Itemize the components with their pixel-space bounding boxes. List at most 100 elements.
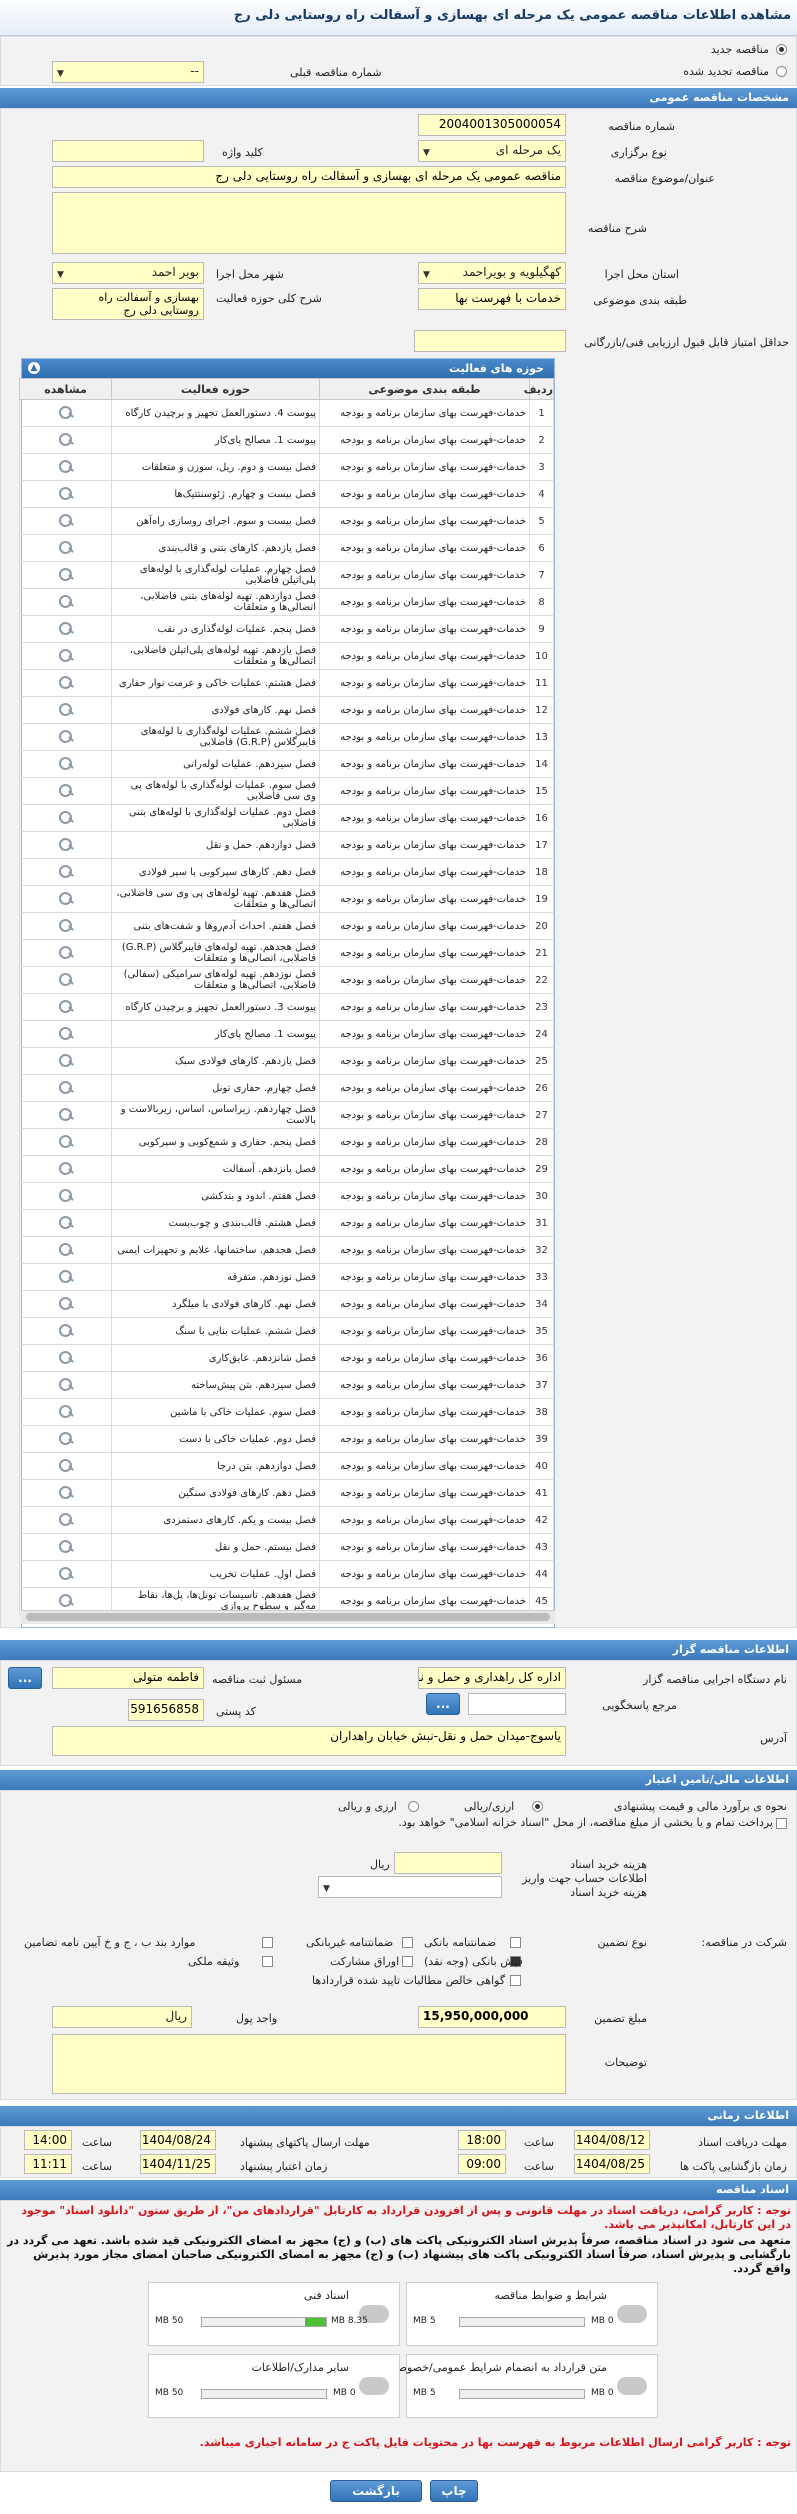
row-view[interactable] [19,723,112,751]
row-view[interactable] [19,885,112,913]
row-view[interactable] [19,1560,112,1588]
print-button[interactable]: چاپ [430,2480,478,2502]
row-view[interactable] [19,993,112,1021]
row-view[interactable] [19,696,112,724]
row-view[interactable] [19,1209,112,1237]
guar-bank-checkbox[interactable] [510,1937,521,1948]
collapse-icon[interactable]: ▲ [28,362,40,374]
row-view[interactable] [19,561,112,589]
guar-claims-checkbox[interactable] [510,1975,521,1986]
magnifier-icon[interactable] [57,405,75,419]
row-view[interactable] [19,480,112,508]
magnifier-icon[interactable] [57,783,75,797]
magnifier-icon[interactable] [57,1323,75,1337]
row-view[interactable] [19,1506,112,1534]
row-view[interactable] [19,1101,112,1129]
magnifier-icon[interactable] [57,1431,75,1445]
magnifier-icon[interactable] [57,1485,75,1499]
horizontal-scrollbar[interactable] [21,1610,555,1624]
magnifier-icon[interactable] [57,891,75,905]
row-view[interactable] [19,426,112,454]
scroll-thumb[interactable] [26,1613,550,1621]
row-view[interactable] [19,399,112,427]
magnifier-icon[interactable] [57,1458,75,1472]
magnifier-icon[interactable] [57,756,75,770]
magnifier-icon[interactable] [57,918,75,932]
prev-number-select[interactable]: -- ▼ [52,61,204,83]
doc-box-technical[interactable]: اسناد فنی 50 MB 8.35 MB [148,2282,400,2346]
row-view[interactable] [19,1074,112,1102]
row-view[interactable] [19,1236,112,1264]
row-view[interactable] [19,1344,112,1372]
treasury-checkbox[interactable] [776,1818,787,1829]
row-view[interactable] [19,1317,112,1345]
magnifier-icon[interactable] [57,621,75,635]
magnifier-icon[interactable] [57,1539,75,1553]
doc-box-contract[interactable]: متن قرارداد به انضمام شرایط عمومی/خصوصی … [388,2354,658,2418]
magnifier-icon[interactable] [57,1161,75,1175]
magnifier-icon[interactable] [57,540,75,554]
magnifier-icon[interactable] [57,999,75,1013]
row-view[interactable] [19,1452,112,1480]
rial-radio[interactable] [532,1801,543,1812]
resp-lookup-button[interactable]: ... [8,1667,42,1689]
guar-nonbank-checkbox[interactable] [402,1937,413,1948]
fx-radio[interactable] [408,1801,419,1812]
magnifier-icon[interactable] [57,1188,75,1202]
magnifier-icon[interactable] [57,1377,75,1391]
doc-box-conditions[interactable]: شرایط و ضوابط مناقصه 5 MB 0 MB [406,2282,658,2346]
new-tender-radio[interactable] [776,44,787,55]
row-view[interactable] [19,1263,112,1291]
row-view[interactable] [19,1533,112,1561]
magnifier-icon[interactable] [57,1215,75,1229]
row-view[interactable] [19,777,112,805]
row-view[interactable] [19,1479,112,1507]
keyword-field[interactable] [52,140,204,162]
magnifier-icon[interactable] [57,729,75,743]
magnifier-icon[interactable] [57,1269,75,1283]
row-view[interactable] [19,642,112,670]
magnifier-icon[interactable] [57,1053,75,1067]
city-select[interactable]: بویر احمد ▼ [52,262,204,284]
ref-lookup-button[interactable]: ... [426,1693,460,1715]
magnifier-icon[interactable] [57,837,75,851]
province-select[interactable]: کهگیلویه و بویراحمد ▼ [418,262,566,284]
magnifier-icon[interactable] [57,459,75,473]
row-view[interactable] [19,669,112,697]
magnifier-icon[interactable] [57,1404,75,1418]
guar-other-checkbox[interactable] [262,1937,273,1948]
magnifier-icon[interactable] [57,1134,75,1148]
guar-property-checkbox[interactable] [262,1956,273,1967]
magnifier-icon[interactable] [57,1080,75,1094]
row-view[interactable] [19,588,112,616]
unit-select[interactable]: ریال [52,2006,192,2028]
row-view[interactable] [19,1425,112,1453]
row-view[interactable] [19,831,112,859]
magnifier-icon[interactable] [57,486,75,500]
acct-select[interactable]: ▼ [318,1876,502,1898]
row-view[interactable] [19,1290,112,1318]
magnifier-icon[interactable] [57,1107,75,1121]
row-view[interactable] [19,1182,112,1210]
ref-field[interactable] [468,1693,566,1715]
row-view[interactable] [19,1371,112,1399]
row-view[interactable] [19,534,112,562]
row-view[interactable] [19,1047,112,1075]
row-view[interactable] [19,750,112,778]
magnifier-icon[interactable] [57,864,75,878]
magnifier-icon[interactable] [57,567,75,581]
magnifier-icon[interactable] [57,972,75,986]
magnifier-icon[interactable] [57,1566,75,1580]
magnifier-icon[interactable] [57,648,75,662]
magnifier-icon[interactable] [57,1296,75,1310]
magnifier-icon[interactable] [57,1242,75,1256]
magnifier-icon[interactable] [57,594,75,608]
magnifier-icon[interactable] [57,513,75,527]
row-view[interactable] [19,804,112,832]
row-view[interactable] [19,615,112,643]
magnifier-icon[interactable] [57,945,75,959]
magnifier-icon[interactable] [57,1593,75,1607]
row-view[interactable] [19,1155,112,1183]
magnifier-icon[interactable] [57,1512,75,1526]
row-view[interactable] [19,507,112,535]
